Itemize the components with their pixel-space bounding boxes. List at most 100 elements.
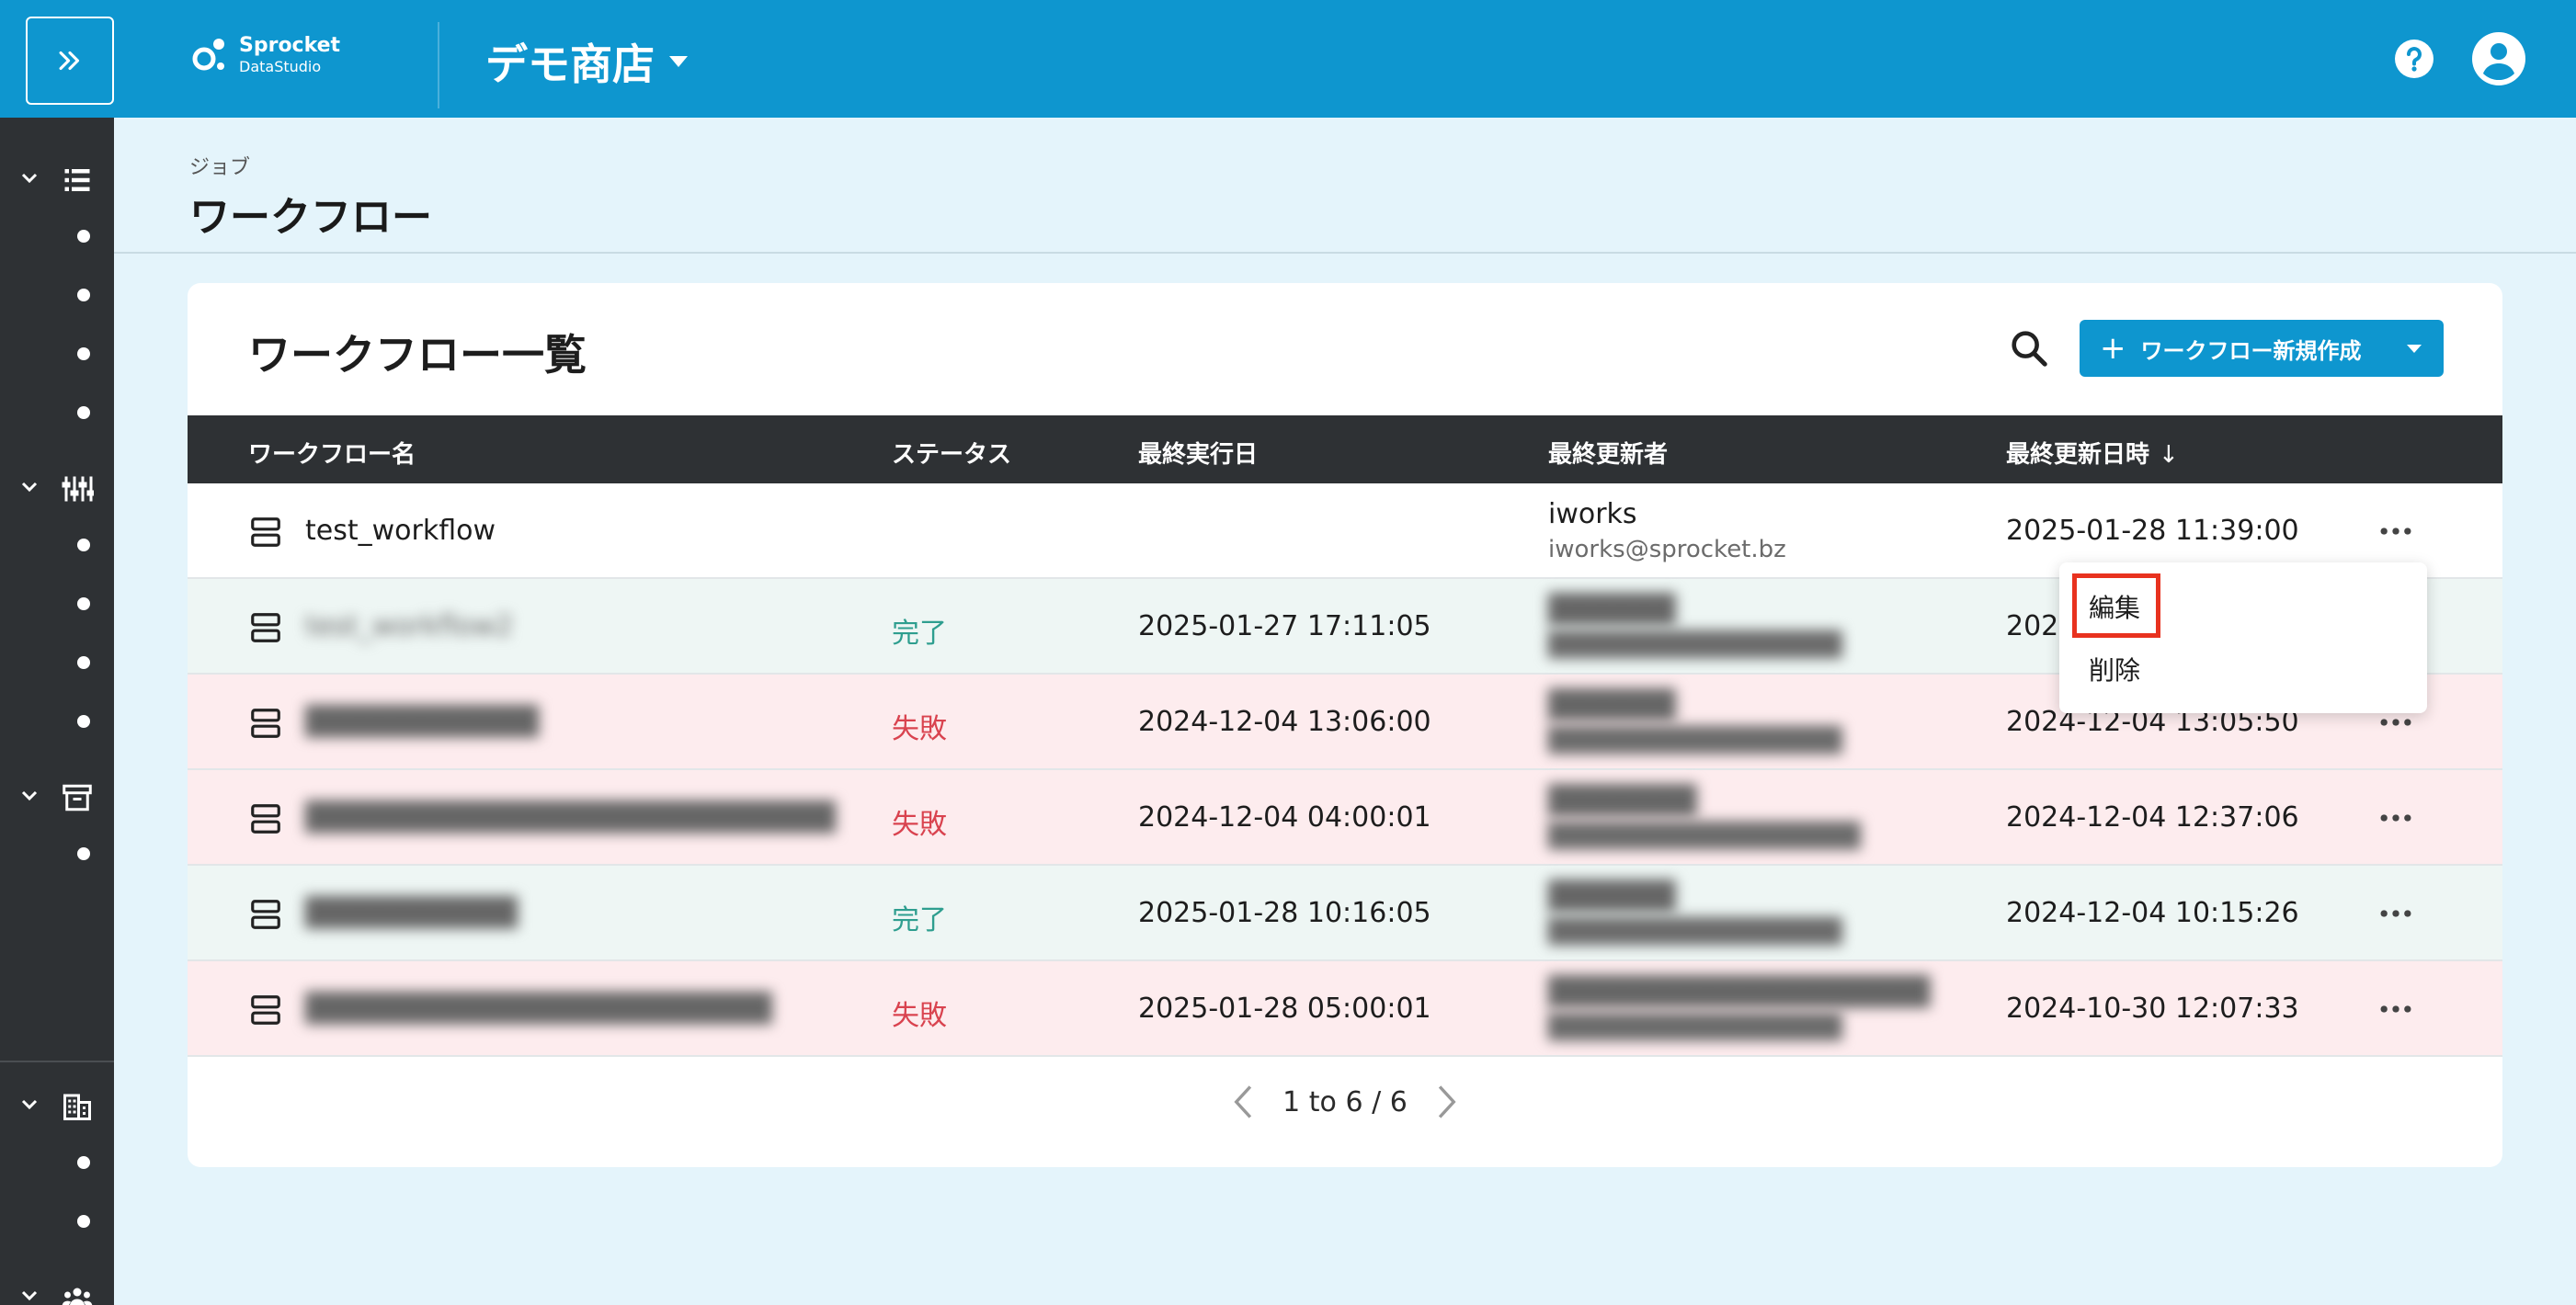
sidebar-divider [0,1061,114,1062]
sidebar-group-jobs[interactable] [0,156,114,202]
updater-name: ██████ [1548,594,1676,626]
updater: ██████ ████████████████ [1548,594,1842,659]
column-header-updated-at[interactable]: 最終更新日時 ↓ [2006,436,2179,470]
double-chevron-right-icon [59,51,80,71]
sidebar-subitem[interactable] [77,597,90,610]
column-header-status[interactable]: ステータス [892,436,1011,470]
logo-title: Sprocket [239,34,341,57]
card-title: ワークフロー一覧 [248,330,587,380]
building-icon [63,1094,91,1120]
chevron-right-icon[interactable] [1430,1082,1463,1122]
new-workflow-label: ワークフロー新規作成 [2140,337,2362,364]
last-run-date: 2025-01-28 10:16:05 [1138,897,1431,929]
updater-email: ████████████████ [1548,727,1842,755]
status-text: 失敗 [892,809,947,841]
updater: ███████ █████████████████ [1548,785,1861,850]
menu-item-delete[interactable]: 削除 [2089,651,2140,687]
user-account-icon[interactable] [2471,31,2526,86]
archive-icon [63,784,92,811]
updater-name: ██████████████████ [1548,976,1931,1008]
workflow-name[interactable]: █████████████████████████ [305,801,836,834]
workflow-icon [251,613,280,642]
workflow-icon [251,709,280,738]
table-row[interactable]: ██████████████████████ 失敗 2025-01-28 05:… [188,961,2502,1057]
updater: iworks iworks@sprocket.bz [1548,498,1786,563]
sidebar-subitem[interactable] [77,406,90,419]
workflow-name[interactable]: test_workflow [305,515,496,547]
sidebar-expand-button[interactable] [26,17,114,105]
new-workflow-button[interactable]: + ワークフロー新規作成 [2080,320,2444,377]
column-header-name[interactable]: ワークフロー名 [248,436,416,470]
sidebar-group-archive[interactable] [0,774,114,820]
page-title: ワークフロー [189,194,432,241]
more-options-icon[interactable] [2376,798,2416,838]
updater-email: ████████████████ [1548,631,1842,659]
last-run-date: 2025-01-27 17:11:05 [1138,610,1431,642]
status-text: 完了 [892,618,947,650]
pagination-label: 1 to 6 / 6 [1282,1085,1408,1118]
updater-name: iworks [1548,498,1637,530]
updater-name: ██████ [1548,689,1676,721]
updater-email: ████████████████ [1548,1014,1842,1041]
sidebar-subitem[interactable] [77,539,90,551]
breadcrumb[interactable]: ジョブ [189,151,250,180]
updated-at: 2025-01-28 11:39:00 [2006,515,2299,547]
workflow-name[interactable]: ██████████ [305,897,518,929]
updater: ██████ ████████████████ [1548,689,1842,755]
shop-selector[interactable]: デモ商店 [485,31,688,92]
updated-at: 2024-12-04 10:15:26 [2006,897,2299,929]
help-icon[interactable] [2394,39,2434,79]
last-run-date: 2024-12-04 13:06:00 [1138,706,1431,738]
caret-down-icon [669,56,688,67]
table-row[interactable]: █████████████████████████ 失敗 2024-12-04 … [188,770,2502,866]
workflow-name[interactable]: ███████████ [305,706,539,738]
sidebar-group-users[interactable] [0,1274,114,1305]
people-icon [62,1288,93,1305]
sidebar-subitem[interactable] [77,847,90,860]
chevron-down-icon [21,1099,38,1110]
last-run-date: 2025-01-28 05:00:01 [1138,993,1431,1025]
top-bar: Sprocket DataStudio デモ商店 [0,0,2576,118]
updater-email: █████████████████ [1548,823,1861,850]
sidebar-group-settings[interactable] [0,465,114,511]
updated-at: 2024-10-30 12:07:33 [2006,993,2299,1025]
status-text: 失敗 [892,1000,947,1032]
workflow-icon [251,900,280,929]
sort-arrow-icon: ↓ [2159,441,2179,469]
sidebar-subitem[interactable] [77,1156,90,1169]
column-header-updater[interactable]: 最終更新者 [1548,436,1668,470]
sidebar-group-organization[interactable] [0,1083,114,1129]
workflow-name[interactable]: ██████████████████████ [305,993,772,1025]
sprocket-logo[interactable]: Sprocket DataStudio [189,35,340,75]
chevron-down-icon [21,173,38,184]
chevron-down-icon [21,1290,38,1301]
chevron-down-icon [21,790,38,801]
workflow-name[interactable]: test_workflow2 [305,610,513,642]
sprocket-logo-icon [192,39,224,71]
chevron-left-icon[interactable] [1227,1082,1260,1122]
updater-email: iworks@sprocket.bz [1548,536,1786,563]
more-options-icon[interactable] [2376,989,2416,1029]
sidebar-subitem[interactable] [77,289,90,301]
sidebar-subitem[interactable] [77,656,90,669]
sliders-icon [62,476,94,502]
sidebar-subitem[interactable] [77,347,90,360]
more-options-icon[interactable] [2376,511,2416,551]
search-icon[interactable] [2008,327,2050,369]
more-options-icon[interactable] [2376,893,2416,934]
sidebar-subitem[interactable] [77,230,90,243]
list-icon [64,169,90,191]
sidebar-subitem[interactable] [77,715,90,728]
column-header-updated-at-label: 最終更新日時 [2006,441,2150,469]
updater-email: ████████████████ [1548,918,1842,946]
table-row[interactable]: ██████████ 完了 2025-01-28 10:16:05 ██████… [188,866,2502,961]
workflow-list-card: ワークフロー一覧 + ワークフロー新規作成 ワークフロー名 ステータス 最終実行… [188,283,2502,1167]
caret-down-icon[interactable] [2407,344,2422,353]
updater: ██████████████████ ████████████████ [1548,976,1930,1041]
plus-icon: + [2100,330,2126,367]
workflow-icon [251,517,280,547]
column-header-last-run[interactable]: 最終実行日 [1138,436,1258,470]
updater-name: ███████ [1548,785,1697,817]
pagination: 1 to 6 / 6 [188,1079,2502,1125]
sidebar-subitem[interactable] [77,1215,90,1228]
